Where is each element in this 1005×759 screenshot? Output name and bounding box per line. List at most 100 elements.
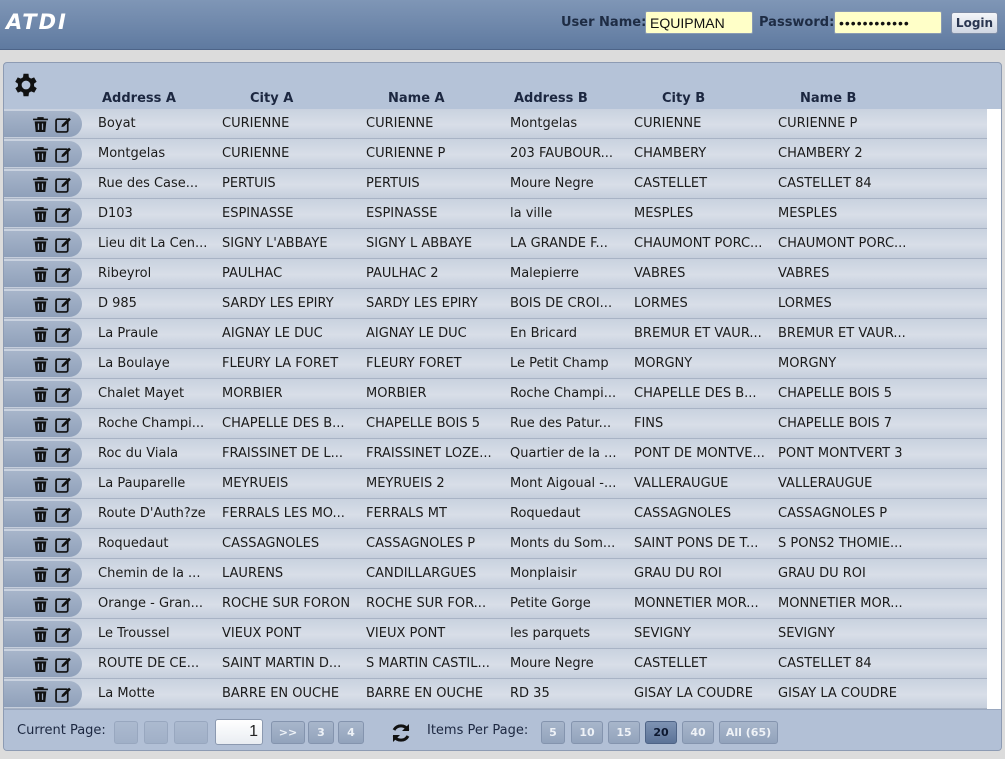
cell-city-a: CASSAGNOLES (222, 536, 320, 551)
edit-icon[interactable] (55, 386, 72, 403)
edit-icon[interactable] (55, 236, 72, 253)
cell-address-a: La Pauparelle (98, 476, 186, 491)
edit-icon[interactable] (55, 596, 72, 613)
table-row[interactable]: Route D'Auth?ze FERRALS LES MO... FERRALS … (4, 499, 987, 529)
trash-icon[interactable] (32, 206, 49, 223)
column-header-name-b[interactable]: Name B (800, 91, 856, 106)
column-header-name-a[interactable]: Name A (388, 91, 445, 106)
trash-icon[interactable] (32, 386, 49, 403)
edit-icon[interactable] (55, 206, 72, 223)
edit-icon[interactable] (55, 506, 72, 523)
edit-icon[interactable] (55, 416, 72, 433)
trash-icon[interactable] (32, 146, 49, 163)
table-row[interactable]: Montgelas CURIENNE CURIENNE P 203 FAUBOUR..… (4, 139, 987, 169)
current-page-label: Current Page: (17, 723, 106, 738)
trash-icon[interactable] (32, 266, 49, 283)
trash-icon[interactable] (32, 356, 49, 373)
items-per-page-option[interactable]: 15 (608, 721, 640, 744)
trash-icon[interactable] (32, 536, 49, 553)
cell-name-b: PONT MONTVERT 3 (778, 446, 903, 461)
table-row[interactable]: La Motte BARRE EN OUCHE BARRE EN OUCHE RD 3… (4, 679, 987, 709)
table-row[interactable]: Roc du Viala FRAISSINET DE L... FRAISSINET… (4, 439, 987, 469)
prev-page-button[interactable] (144, 721, 168, 744)
table-row[interactable]: La Boulaye FLEURY LA FORET FLEURY FORET Le … (4, 349, 987, 379)
cell-city-a: FLEURY LA FORET (222, 356, 339, 371)
trash-icon[interactable] (32, 656, 49, 673)
table-row[interactable]: Rue des Case... PERTUIS PERTUIS Moure Negre… (4, 169, 987, 199)
edit-icon[interactable] (55, 176, 72, 193)
cell-address-b: En Bricard (510, 326, 577, 341)
table-row[interactable]: D103 ESPINASSE ESPINASSE la ville MESPLES MES… (4, 199, 987, 229)
column-header-address-a[interactable]: Address A (102, 91, 176, 106)
table-row[interactable]: La Pauparelle MEYRUEIS MEYRUEIS 2 Mont Aigo… (4, 469, 987, 499)
column-header-city-b[interactable]: City B (662, 91, 705, 106)
table-row[interactable]: Roquedaut CASSAGNOLES CASSAGNOLES P Monts d… (4, 529, 987, 559)
trash-icon[interactable] (32, 566, 49, 583)
cell-address-a: La Praule (98, 326, 159, 341)
password-input[interactable] (834, 11, 942, 34)
cell-city-b: CASTELLET (634, 176, 708, 191)
cell-name-b: CURIENNE P (778, 116, 858, 131)
edit-icon[interactable] (55, 266, 72, 283)
table-row[interactable]: Chemin de la ... LAURENS CANDILLARGUES Monp… (4, 559, 987, 589)
refresh-icon[interactable] (389, 721, 413, 745)
edit-icon[interactable] (55, 116, 72, 133)
column-header-address-b[interactable]: Address B (514, 91, 588, 106)
edit-icon[interactable] (55, 626, 72, 643)
next-pages-button[interactable]: >> (271, 721, 305, 744)
column-header-city-a[interactable]: City A (250, 91, 293, 106)
edit-icon[interactable] (55, 476, 72, 493)
edit-icon[interactable] (55, 326, 72, 343)
table-row[interactable]: Roche Champi... CHAPELLE DES B... CHAPELLE… (4, 409, 987, 439)
row-actions (4, 291, 82, 317)
trash-icon[interactable] (32, 506, 49, 523)
edit-icon[interactable] (55, 296, 72, 313)
first-page-button[interactable] (114, 721, 138, 744)
page-3-button[interactable]: 3 (308, 721, 334, 744)
items-per-page-option[interactable]: 40 (682, 721, 714, 744)
gear-icon[interactable] (11, 70, 41, 100)
edit-icon[interactable] (55, 566, 72, 583)
table-row[interactable]: Le Troussel VIEUX PONT VIEUX PONT les parqu… (4, 619, 987, 649)
cell-address-b: Montgelas (510, 116, 578, 131)
trash-icon[interactable] (32, 326, 49, 343)
items-per-page-option[interactable]: 20 (645, 721, 677, 744)
edit-icon[interactable] (55, 446, 72, 463)
login-button[interactable]: Login (951, 12, 998, 34)
table-row[interactable]: Boyat CURIENNE CURIENNE Montgelas CURIENNE CU… (4, 109, 987, 139)
cell-address-b: RD 35 (510, 686, 550, 701)
trash-icon[interactable] (32, 176, 49, 193)
trash-icon[interactable] (32, 296, 49, 313)
edit-icon[interactable] (55, 656, 72, 673)
table-row[interactable]: Chalet Mayet MORBIER MORBIER Roche Champi..… (4, 379, 987, 409)
items-per-page-option[interactable]: All (65) (719, 721, 778, 744)
trash-icon[interactable] (32, 416, 49, 433)
cell-name-b: SEVIGNY (778, 626, 835, 641)
page-4-button[interactable]: 4 (338, 721, 364, 744)
trash-icon[interactable] (32, 596, 49, 613)
edit-icon[interactable] (55, 536, 72, 553)
prev-block-button[interactable] (174, 721, 208, 744)
table-row[interactable]: Lieu dit La Cen... SIGNY L'ABBAYE SIGNY L … (4, 229, 987, 259)
cell-name-a: CASSAGNOLES P (366, 536, 476, 551)
table-row[interactable]: ROUTE DE CE... SAINT MARTIN D... S MARTIN … (4, 649, 987, 679)
trash-icon[interactable] (32, 626, 49, 643)
items-per-page-option[interactable]: 5 (541, 721, 565, 744)
table-row[interactable]: La Praule AIGNAY LE DUC AIGNAY LE DUC En Br… (4, 319, 987, 349)
cell-city-b: CHAMBERY (634, 146, 707, 161)
table-row[interactable]: Orange - Gran... ROCHE SUR FORON ROCHE SUR… (4, 589, 987, 619)
table-row[interactable]: D 985 SARDY LES EPIRY SARDY LES EPIRY BOIS … (4, 289, 987, 319)
edit-icon[interactable] (55, 146, 72, 163)
trash-icon[interactable] (32, 446, 49, 463)
username-input[interactable] (645, 11, 753, 34)
items-per-page-option[interactable]: 10 (571, 721, 603, 744)
table-row[interactable]: Ribeyrol PAULHAC PAULHAC 2 Malepierre VABRES… (4, 259, 987, 289)
trash-icon[interactable] (32, 686, 49, 703)
trash-icon[interactable] (32, 236, 49, 253)
edit-icon[interactable] (55, 356, 72, 373)
edit-icon[interactable] (55, 686, 72, 703)
trash-icon[interactable] (32, 476, 49, 493)
current-page-input[interactable] (215, 719, 263, 745)
trash-icon[interactable] (32, 116, 49, 133)
grid-scrollbar[interactable] (987, 109, 1001, 709)
